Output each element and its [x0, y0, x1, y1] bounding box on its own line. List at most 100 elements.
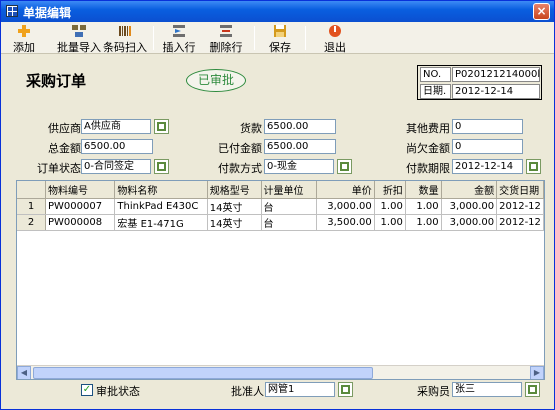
- owed-amount-field[interactable]: 0: [452, 139, 523, 154]
- spec-cell[interactable]: 14英寸: [207, 214, 262, 231]
- goods-amount-field[interactable]: 6500.00: [264, 119, 336, 134]
- other-fee-label: 其他费用: [406, 122, 450, 135]
- column-header[interactable]: 交货日期: [496, 181, 544, 199]
- item-table: 物料编号 物料名称 规格型号 计量单位 单价 折扣 数量 金额 交货日期 1 P: [17, 181, 544, 231]
- approval-status-label: 审批状态: [96, 385, 140, 398]
- supplier-field[interactable]: A供应商: [81, 119, 151, 134]
- pay-due-field[interactable]: 2012-12-14: [452, 159, 523, 174]
- delete-row-icon: [218, 24, 234, 38]
- add-button[interactable]: 添加: [9, 24, 39, 54]
- discount-cell[interactable]: 1.00: [374, 198, 406, 215]
- toolbar-separator: [305, 26, 306, 50]
- document-info-box: NO. P020121214000l 日期. 2012-12-14: [417, 65, 542, 100]
- doc-date-label: 日期.: [420, 84, 451, 99]
- doc-no-field[interactable]: P020121214000l: [452, 67, 540, 82]
- barcode-scan-label: 条码扫入: [103, 41, 147, 54]
- close-button[interactable]: ×: [533, 3, 550, 20]
- row-number: 1: [17, 198, 47, 215]
- delivery-date-cell[interactable]: 2012-12: [496, 198, 544, 215]
- price-cell[interactable]: 3,500.00: [316, 214, 375, 231]
- approver-picker-icon[interactable]: [338, 382, 353, 397]
- material-code-cell[interactable]: PW000008: [45, 214, 116, 231]
- pay-due-calendar-icon[interactable]: [526, 159, 541, 174]
- spec-cell[interactable]: 14英寸: [207, 198, 262, 215]
- exit-button[interactable]: 退出: [321, 24, 349, 54]
- window-title: 单据编辑: [23, 6, 72, 20]
- barcode-scan-icon: [117, 24, 133, 38]
- paid-amount-field[interactable]: 6500.00: [264, 139, 336, 154]
- delete-row-label: 删除行: [209, 41, 243, 54]
- order-status-picker-icon[interactable]: [154, 159, 169, 174]
- column-header[interactable]: 单价: [316, 181, 375, 199]
- goods-amount-label: 货款: [240, 122, 262, 135]
- column-header[interactable]: 折扣: [374, 181, 406, 199]
- discount-cell[interactable]: 1.00: [374, 214, 406, 231]
- buyer-label: 采购员: [417, 385, 450, 398]
- scroll-right-icon[interactable]: ▶: [530, 366, 544, 379]
- column-header[interactable]: 数量: [405, 181, 442, 199]
- row-number-header: [17, 181, 47, 199]
- approved-stamp: 已审批: [186, 69, 246, 92]
- barcode-scan-button[interactable]: 条码扫入: [103, 24, 147, 54]
- add-icon: [16, 24, 32, 38]
- material-code-cell[interactable]: PW000007: [45, 198, 116, 215]
- power-icon: [327, 24, 343, 38]
- batch-import-icon: [71, 24, 87, 38]
- buyer-picker-icon[interactable]: [525, 382, 540, 397]
- pay-method-field[interactable]: 0-现金: [264, 159, 334, 174]
- column-header[interactable]: 金额: [441, 181, 498, 199]
- row-number: 2: [17, 214, 47, 231]
- price-cell[interactable]: 3,000.00: [316, 198, 375, 215]
- amount-cell[interactable]: 3,000.00: [441, 214, 498, 231]
- item-grid[interactable]: 物料编号 物料名称 规格型号 计量单位 单价 折扣 数量 金额 交货日期 1 P: [16, 180, 545, 380]
- window-grid-icon: [6, 5, 18, 17]
- column-header[interactable]: 计量单位: [261, 181, 317, 199]
- pay-method-label: 付款方式: [218, 162, 262, 175]
- doc-date-field[interactable]: 2012-12-14: [452, 84, 540, 99]
- save-label: 保存: [269, 41, 291, 54]
- material-name-cell[interactable]: 宏基 E1-471G: [114, 214, 208, 231]
- batch-import-button[interactable]: 批量导入: [57, 24, 101, 54]
- document-title: 采购订单: [26, 72, 87, 90]
- total-amount-label: 总金额: [48, 142, 81, 155]
- toolbar: 添加 批量导入 条码扫入 插入行 删除行 保存 退出: [1, 22, 554, 54]
- material-name-cell[interactable]: ThinkPad E430C: [114, 198, 208, 215]
- table-row[interactable]: 2 PW000008 宏基 E1-471G 14英寸 台 3,500.00 1.…: [17, 214, 544, 231]
- unit-cell[interactable]: 台: [261, 198, 317, 215]
- amount-cell[interactable]: 3,000.00: [441, 198, 498, 215]
- batch-import-label: 批量导入: [57, 41, 101, 54]
- column-header[interactable]: 物料编号: [45, 181, 116, 199]
- pay-method-picker-icon[interactable]: [337, 159, 352, 174]
- supplier-picker-icon[interactable]: [154, 119, 169, 134]
- delivery-date-cell[interactable]: 2012-12: [496, 214, 544, 231]
- approver-field[interactable]: 网管1: [265, 382, 335, 397]
- total-amount-field[interactable]: 6500.00: [81, 139, 153, 154]
- insert-row-button[interactable]: 插入行: [161, 24, 197, 54]
- table-row[interactable]: 1 PW000007 ThinkPad E430C 14英寸 台 3,000.0…: [17, 198, 544, 215]
- save-icon: [272, 24, 288, 38]
- delete-row-button[interactable]: 删除行: [208, 24, 244, 54]
- column-header[interactable]: 物料名称: [114, 181, 208, 199]
- table-header-row: 物料编号 物料名称 规格型号 计量单位 单价 折扣 数量 金额 交货日期: [17, 181, 544, 199]
- title-bar[interactable]: 单据编辑 ×: [1, 1, 554, 22]
- approver-label: 批准人: [231, 385, 264, 398]
- horizontal-scrollbar[interactable]: ◀ ▶: [17, 365, 544, 379]
- toolbar-separator: [153, 26, 154, 50]
- buyer-field[interactable]: 张三: [452, 382, 522, 397]
- insert-row-icon: [171, 24, 187, 38]
- document-edit-window: 单据编辑 × 添加 批量导入 条码扫入 插入行 删除行 保存 退出 采购订单 已…: [0, 0, 555, 410]
- quantity-cell[interactable]: 1.00: [405, 214, 442, 231]
- unit-cell[interactable]: 台: [261, 214, 317, 231]
- other-fee-field[interactable]: 0: [452, 119, 523, 134]
- scroll-thumb[interactable]: [33, 367, 373, 379]
- save-button[interactable]: 保存: [266, 24, 294, 54]
- supplier-label: 供应商: [48, 122, 81, 135]
- column-header[interactable]: 规格型号: [207, 181, 262, 199]
- add-label: 添加: [13, 41, 35, 54]
- order-status-field[interactable]: 0-合同签定: [81, 159, 151, 174]
- approval-checkbox[interactable]: ✓: [81, 384, 93, 396]
- quantity-cell[interactable]: 1.00: [405, 198, 442, 215]
- doc-no-label: NO.: [420, 67, 451, 82]
- owed-amount-label: 尚欠金额: [406, 142, 450, 155]
- scroll-left-icon[interactable]: ◀: [17, 366, 31, 379]
